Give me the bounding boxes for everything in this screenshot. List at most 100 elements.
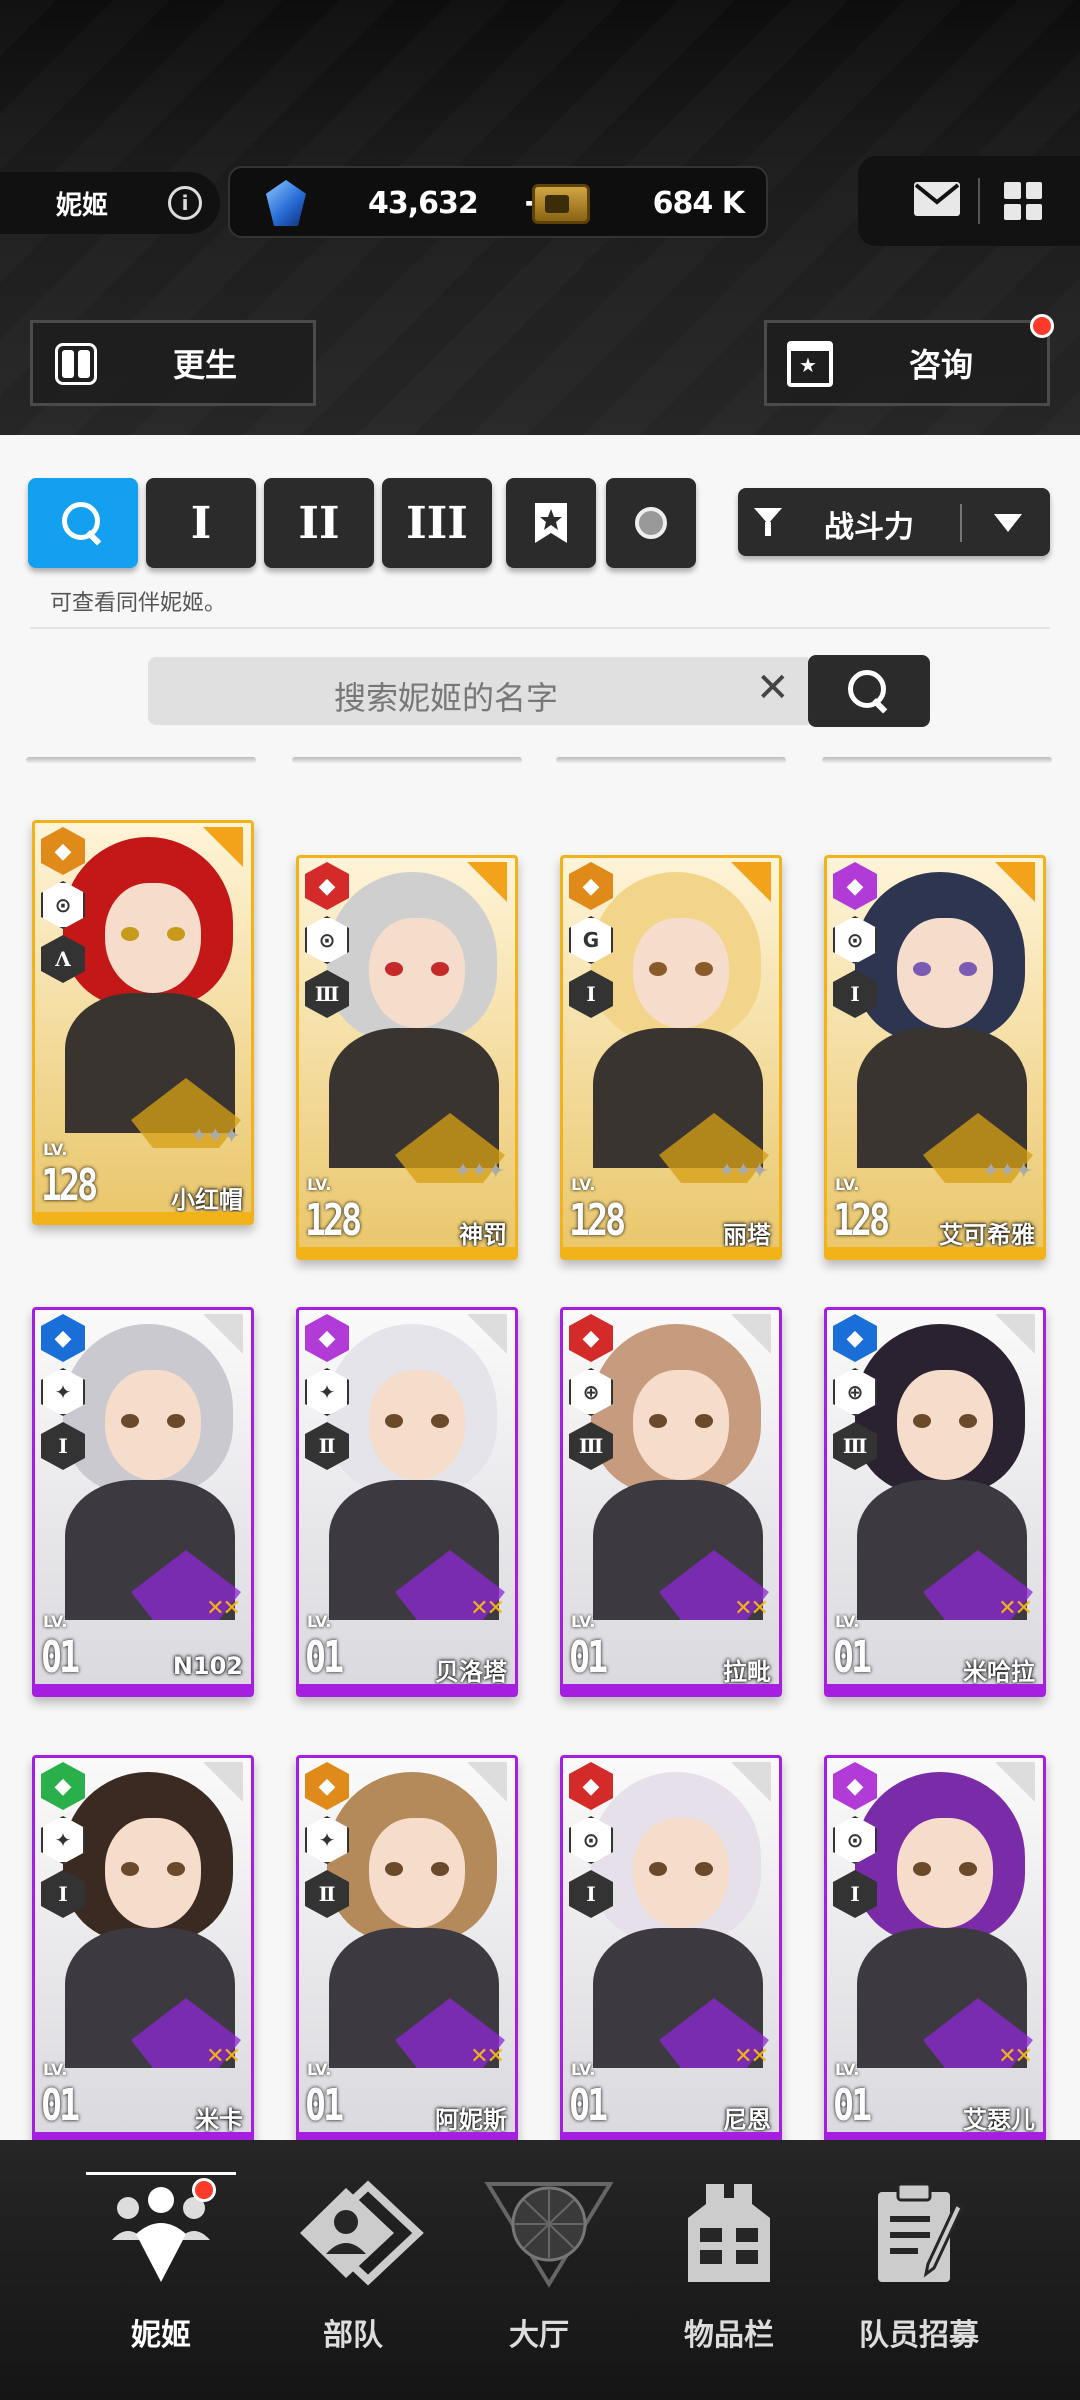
divider <box>30 627 1050 629</box>
level-value: 128 <box>305 1195 362 1246</box>
nav-squad[interactable]: 部队 <box>258 2170 448 2370</box>
level-value: 128 <box>569 1195 626 1246</box>
character-name: 尼恩 <box>723 2106 771 2134</box>
filter-funnel-icon <box>754 508 782 536</box>
main-panel: I II III 战斗力 可查看同伴妮姬。 搜索妮姬的名字 ✕ ◆ ⊙ Λ ✦✦… <box>0 435 1080 2145</box>
calendar-star-icon <box>787 341 833 387</box>
mail-icon[interactable] <box>914 182 960 216</box>
level-value: 01 <box>305 2080 344 2131</box>
consult-notification-dot <box>1030 314 1054 338</box>
search-button[interactable] <box>808 655 930 727</box>
character-name: 米哈拉 <box>963 1658 1035 1686</box>
menu-grid-icon[interactable] <box>1004 182 1042 220</box>
character-name: N102 <box>172 1652 243 1680</box>
rebirth-label: 更生 <box>173 346 238 384</box>
level-value: 01 <box>41 1632 80 1683</box>
frame-strip <box>827 1684 1043 1694</box>
nav-nikke[interactable]: 妮姬 <box>66 2170 256 2370</box>
clear-search-icon[interactable]: ✕ <box>756 665 790 711</box>
level-value: 01 <box>305 1632 344 1683</box>
character-card[interactable]: ◆ ⊙ I ✕✕ LV. 01 艾瑟儿 <box>824 1755 1046 2145</box>
level-label: LV. <box>571 1612 596 1631</box>
level-label: LV. <box>43 1612 68 1631</box>
character-name: 贝洛塔 <box>435 1658 507 1686</box>
nav-label: 妮姬 <box>131 2318 191 2353</box>
level-value: 01 <box>833 1632 872 1683</box>
consult-button[interactable]: 咨询 <box>764 320 1050 406</box>
character-card[interactable]: ◆ ⊙ Ⅲ ✦✦✦ LV. 128 神罚 <box>296 855 518 1260</box>
credit-amount: 684 K <box>652 186 745 221</box>
star-rating: ✦✦✦ <box>981 1159 1033 1184</box>
search-input[interactable]: 搜索妮姬的名字 ✕ <box>148 657 808 725</box>
consult-label: 咨询 <box>909 346 974 384</box>
recruit-icon <box>864 2178 974 2288</box>
level-label: LV. <box>571 2060 596 2079</box>
nav-inventory[interactable]: 物品栏 <box>634 2170 824 2370</box>
character-name: 丽塔 <box>723 1221 771 1249</box>
character-name: 米卡 <box>195 2106 243 2134</box>
burst-1-filter[interactable]: I <box>146 478 256 568</box>
star-rating: ✕✕ <box>206 2044 241 2069</box>
sort-dropdown[interactable]: 战斗力 <box>738 488 1050 556</box>
nav-lobby[interactable]: 大厅 <box>444 2170 634 2370</box>
character-card[interactable]: ◆ ⊙ I ✦✦✦ LV. 128 艾可希雅 <box>824 855 1046 1260</box>
top-right-panel <box>858 156 1080 246</box>
search-icon <box>846 668 892 714</box>
character-name: 艾瑟儿 <box>963 2106 1035 2134</box>
character-card[interactable]: ◆ ✦ I ✕✕ LV. 01 N102 <box>32 1307 254 1697</box>
star-rating: ✦✦✦ <box>453 1159 505 1184</box>
star-rating: ✕✕ <box>734 1596 769 1621</box>
credit-icon <box>532 184 590 224</box>
shelf-divider <box>822 757 1052 763</box>
nav-label: 部队 <box>323 2318 383 2353</box>
burst-3-filter[interactable]: III <box>382 478 492 568</box>
frame-strip <box>827 1247 1043 1257</box>
character-card[interactable]: ◆ ⊙ Λ ✦✦✦ LV. 128 小红帽 <box>32 820 254 1225</box>
character-card[interactable]: ◆ ✦ Ⅱ ✕✕ LV. 01 贝洛塔 <box>296 1307 518 1697</box>
level-value: 01 <box>41 2080 80 2131</box>
gem-amount: 43,632 <box>368 186 479 221</box>
level-label: LV. <box>307 2060 332 2079</box>
circle-filter-button[interactable] <box>606 478 696 568</box>
nav-recruit[interactable]: 队员招募 <box>824 2170 1014 2370</box>
nikke-notification-dot <box>192 2178 216 2202</box>
squad-icon <box>298 2178 424 2288</box>
level-label: LV. <box>307 1612 332 1631</box>
currency-bar: 43,632 + 684 K <box>228 166 768 238</box>
star-rating: ✕✕ <box>998 2044 1033 2069</box>
circle-icon <box>635 507 667 539</box>
search-placeholder: 搜索妮姬的名字 <box>334 679 559 717</box>
character-name: 神罚 <box>459 1221 507 1249</box>
page-title: 妮姬 <box>56 190 109 221</box>
level-value: 128 <box>41 1160 98 1211</box>
rebirth-button[interactable]: 更生 <box>30 320 316 406</box>
burst-2-filter[interactable]: II <box>264 478 374 568</box>
level-label: LV. <box>835 1175 860 1194</box>
character-name: 小红帽 <box>171 1186 243 1214</box>
rebirth-icon <box>55 343 97 385</box>
search-filter-button[interactable] <box>28 478 138 568</box>
level-label: LV. <box>43 2060 68 2079</box>
info-icon[interactable]: i <box>168 186 202 220</box>
divider <box>960 504 962 542</box>
favorite-filter-button[interactable] <box>506 478 596 568</box>
lobby-icon <box>484 2178 614 2288</box>
level-label: LV. <box>835 2060 860 2079</box>
top-header: 妮姬 i 43,632 + 684 K 更生 咨询 <box>0 0 1080 435</box>
character-card[interactable]: ◆ ✦ Ⅱ ✕✕ LV. 01 阿妮斯 <box>296 1755 518 2145</box>
character-card[interactable]: ◆ G I ✦✦✦ LV. 128 丽塔 <box>560 855 782 1260</box>
character-name: 拉毗 <box>723 1658 771 1686</box>
shelf-divider <box>292 757 522 763</box>
character-card[interactable]: ◆ ⊙ I ✕✕ LV. 01 尼恩 <box>560 1755 782 2145</box>
star-rating: ✦✦✦ <box>189 1124 241 1149</box>
character-card[interactable]: ◆ ⊕ Ⅲ ✕✕ LV. 01 米哈拉 <box>824 1307 1046 1697</box>
inventory-icon <box>674 2178 784 2288</box>
character-card[interactable]: ◆ ⊕ Ⅲ ✕✕ LV. 01 拉毗 <box>560 1307 782 1697</box>
frame-strip <box>299 1684 515 1694</box>
frame-strip <box>35 1212 251 1222</box>
shelf-divider <box>26 757 256 763</box>
nav-label: 队员招募 <box>859 2318 979 2353</box>
character-card[interactable]: ◆ ✦ I ✕✕ LV. 01 米卡 <box>32 1755 254 2145</box>
frame-strip <box>35 1684 251 1694</box>
frame-strip <box>563 1684 779 1694</box>
